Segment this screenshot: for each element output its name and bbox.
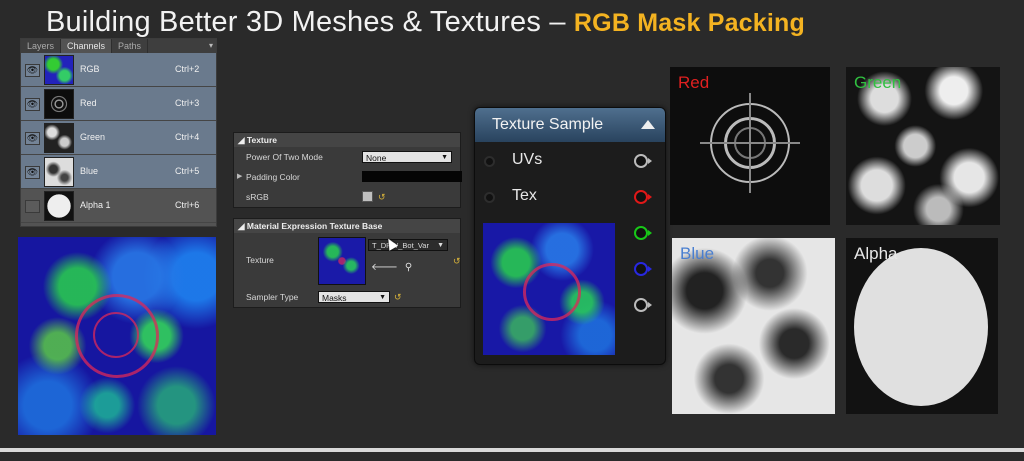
uvs-input-pin[interactable] xyxy=(484,156,495,167)
channel-row-green[interactable]: 👁 Green Ctrl+4 xyxy=(21,121,216,155)
power-of-two-row: Power Of Two Mode None ▼ xyxy=(234,147,460,167)
sampler-type-dropdown[interactable]: Masks ▼ xyxy=(318,291,390,303)
node-header[interactable]: Texture Sample xyxy=(475,108,665,142)
srgb-row: sRGB ↺ xyxy=(234,187,460,207)
section-header[interactable]: ◢ Material Expression Texture Base xyxy=(234,219,460,233)
red-channel-preview: Red xyxy=(670,67,830,225)
uvs-pin-label: UVs xyxy=(512,151,543,168)
slide-title: Building Better 3D Meshes & Textures – R… xyxy=(46,2,805,42)
tab-channels[interactable]: Channels xyxy=(61,39,113,53)
section-header[interactable]: ◢ Texture xyxy=(234,133,460,147)
bottom-divider xyxy=(0,448,1024,452)
channel-shortcut: Ctrl+4 xyxy=(175,132,200,142)
target-ring xyxy=(523,263,581,321)
browse-search-icon[interactable]: ⚲ xyxy=(405,262,419,273)
panel-tabs: Layers Channels Paths ▾ xyxy=(21,39,216,53)
texture-section: ◢ Texture Power Of Two Mode None ▼ ▶ Pad… xyxy=(233,132,462,208)
eye-icon[interactable]: 👁 xyxy=(25,132,40,145)
collapse-arrow-icon[interactable] xyxy=(641,120,655,129)
slide-title-main: Building Better 3D Meshes & Textures – xyxy=(46,6,574,38)
chevron-down-icon: ▼ xyxy=(441,154,448,161)
srgb-label: sRGB xyxy=(246,192,269,202)
texture-asset-thumbnail[interactable] xyxy=(318,237,366,285)
padding-color-label: Padding Color xyxy=(246,172,300,182)
eye-icon[interactable]: 👁 xyxy=(25,98,40,111)
use-selected-arrow-icon[interactable]: 🡐 xyxy=(371,262,405,273)
power-of-two-dropdown[interactable]: None ▼ xyxy=(362,151,452,163)
channel-name: Alpha 1 xyxy=(80,200,111,210)
power-of-two-label: Power Of Two Mode xyxy=(246,152,323,162)
reset-icon[interactable]: ↺ xyxy=(378,187,386,207)
channel-name: Red xyxy=(80,98,97,108)
channel-shortcut: Ctrl+6 xyxy=(175,200,200,210)
alpha-channel-preview: Alpha xyxy=(846,238,998,414)
slide-title-accent: RGB Mask Packing xyxy=(573,9,805,37)
tex-pin-label: Tex xyxy=(512,187,537,204)
crosshair-horizontal xyxy=(700,142,800,144)
reset-icon[interactable]: ↺ xyxy=(394,287,402,307)
sampler-type-label: Sampler Type xyxy=(246,292,299,302)
asset-actions: 🡐⚲ xyxy=(371,258,419,278)
node-texture-preview xyxy=(483,223,615,355)
channel-row-blue[interactable]: 👁 Blue Ctrl+5 xyxy=(21,155,216,189)
channel-shortcut: Ctrl+3 xyxy=(175,98,200,108)
channel-thumbnail-alpha xyxy=(44,191,74,221)
eye-icon[interactable]: 👁 xyxy=(25,166,40,179)
red-channel-label: Red xyxy=(678,73,710,92)
channel-thumbnail-red xyxy=(44,89,74,119)
rgb-composite-preview xyxy=(18,237,216,435)
sampler-type-row: Sampler Type Masks ▼ ↺ xyxy=(234,287,460,307)
channel-name: RGB xyxy=(80,64,100,74)
tex-input-pin[interactable] xyxy=(484,192,495,203)
channel-name: Blue xyxy=(80,166,99,176)
texture-row: Texture T_DPW_Bot_Var ▼ ↺ 🡐⚲ xyxy=(234,233,461,287)
green-output-pin[interactable] xyxy=(634,226,652,240)
channel-row-alpha[interactable]: Alpha 1 Ctrl+6 xyxy=(21,189,216,223)
srgb-checkbox[interactable] xyxy=(362,191,373,202)
channel-thumbnail-green xyxy=(44,123,74,153)
texture-asset-dropdown[interactable]: T_DPW_Bot_Var ▼ xyxy=(368,239,448,251)
reset-icon[interactable]: ↺ xyxy=(453,251,461,271)
channels-panel: Layers Channels Paths ▾ 👁 RGB Ctrl+2 👁 R… xyxy=(20,38,217,227)
eye-icon-hidden[interactable] xyxy=(25,200,40,213)
rgb-output-pin[interactable] xyxy=(634,154,652,168)
alpha-output-pin[interactable] xyxy=(634,298,652,312)
channel-row-red[interactable]: 👁 Red Ctrl+3 xyxy=(21,87,216,121)
eye-icon[interactable]: 👁 xyxy=(25,64,40,77)
target-ring-inner xyxy=(93,312,139,358)
expand-arrow-icon[interactable]: ▶ xyxy=(237,167,242,187)
channel-thumbnail-rgb xyxy=(44,55,74,85)
texture-sample-node[interactable]: Texture Sample UVs Tex xyxy=(474,107,666,365)
channel-name: Green xyxy=(80,132,106,142)
red-output-pin[interactable] xyxy=(634,190,652,204)
panel-menu-icon[interactable]: ▾ xyxy=(209,39,213,53)
blue-channel-label: Blue xyxy=(680,244,715,263)
green-channel-preview: Green xyxy=(846,67,1000,225)
blue-output-pin[interactable] xyxy=(634,262,652,276)
chevron-down-icon: ▼ xyxy=(379,294,386,301)
texture-label: Texture xyxy=(246,255,274,265)
channel-row-rgb[interactable]: 👁 RGB Ctrl+2 xyxy=(21,53,216,87)
node-title: Texture Sample xyxy=(492,116,604,133)
tab-paths[interactable]: Paths xyxy=(112,39,149,53)
details-panel: ◢ Texture Power Of Two Mode None ▼ ▶ Pad… xyxy=(233,132,462,318)
tab-layers[interactable]: Layers xyxy=(21,39,62,53)
padding-color-row: ▶ Padding Color xyxy=(234,167,462,187)
alpha-channel-label: Alpha xyxy=(854,244,898,263)
channel-thumbnail-blue xyxy=(44,157,74,187)
material-expression-section: ◢ Material Expression Texture Base Textu… xyxy=(233,218,461,308)
chevron-down-icon: ▼ xyxy=(437,242,444,249)
padding-color-swatch[interactable] xyxy=(362,171,462,182)
channel-shortcut: Ctrl+5 xyxy=(175,166,200,176)
blue-channel-preview: Blue xyxy=(672,238,835,414)
channel-shortcut: Ctrl+2 xyxy=(175,64,200,74)
alpha-mask-disc xyxy=(854,248,988,406)
green-channel-label: Green xyxy=(854,73,902,92)
